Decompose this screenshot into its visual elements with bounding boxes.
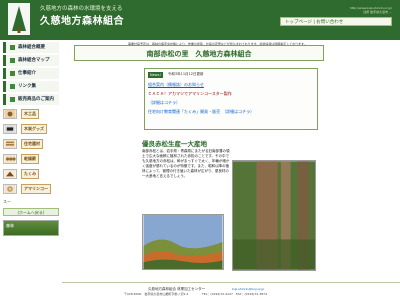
home-button[interactable]: (ホームへ戻る) — [3, 208, 59, 216]
bullet-icon — [10, 58, 15, 63]
footer-email[interactable]: kuji-shinrin@kuji.or.jp — [232, 287, 264, 291]
section-title: 優良赤松生産一大産地 — [142, 140, 207, 148]
sidebar-item-links[interactable]: リンク集 — [3, 81, 59, 92]
sidebar-item-label: 森林組合マップ — [18, 58, 50, 63]
site-logo-icon — [8, 3, 30, 35]
site-tagline: 久慈地方の森林の水環境を支える — [40, 6, 123, 12]
product-label: たくみ — [21, 168, 40, 179]
product-label: 木炭グッズ — [21, 123, 47, 134]
news-badge: News! — [148, 72, 163, 78]
page-title: 南部赤松の里 久慈地方森林組合 — [74, 45, 324, 61]
sidebar-sub-link[interactable]: スー — [3, 197, 59, 206]
site-header: 久慈地方の森林の水環境を支える 久慈地方森林組合 http://www.kuji… — [0, 0, 400, 40]
header-top-nav[interactable]: トップページ | お問い合わせ — [280, 17, 392, 26]
news-link-3[interactable]: 住宅向け教育関連「たくみ」開発・販売 （詳細はコチラ） — [148, 109, 314, 115]
sidebar-item-products[interactable]: 販売商品のご案内 — [3, 94, 59, 105]
site-title: 久慈地方森林組合 — [40, 16, 124, 27]
section-text: 南部赤松とは、岩手県・青森県にまたがる旧南部藩の領土で広大な面積に植林された赤松… — [142, 149, 230, 178]
landscape-photo — [142, 214, 224, 270]
bullet-icon — [10, 84, 15, 89]
news-date: 令和3年11月12日更新 — [167, 72, 204, 76]
takumi-thumbnail-icon — [3, 168, 17, 179]
header-address: 住所 岩手県久慈市 ... — [363, 10, 392, 14]
news-link-1[interactable]: 組合案内（情報誌）のお知らせ — [148, 82, 314, 88]
news-link-2[interactable]: （詳細はコチラ） — [148, 100, 314, 106]
sidebar-item-label: リンク集 — [18, 84, 36, 89]
sidebar-item-label: 森林組合概要 — [18, 45, 45, 50]
footer: 久慈地方森林組合 林業加工センター kuji-shinrin@kuji.or.j… — [62, 282, 400, 300]
sidebar-item-map[interactable]: 森林組合マップ — [3, 55, 59, 66]
product-firewood[interactable]: 乾燥薪 — [3, 152, 59, 165]
header-contact: http://www.kuji-shinrin.or.jp/ 住所 岩手県久慈市… — [350, 6, 392, 14]
product-woodcraft[interactable]: 木工品 — [3, 107, 59, 120]
charcoal-thumbnail-icon — [3, 123, 17, 134]
tree-photo — [232, 160, 316, 271]
coaster-thumbnail-icon — [3, 183, 17, 194]
sidebar-banner-text: 森林 — [6, 223, 14, 228]
sidebar-banner[interactable]: 森林 — [3, 220, 59, 236]
firewood-thumbnail-icon — [3, 153, 17, 164]
product-label: 木工品 — [21, 108, 39, 119]
sidebar-item-label: 仕事紹介 — [18, 71, 36, 76]
sidebar-item-work[interactable]: 仕事紹介 — [3, 68, 59, 79]
news-headline-2: ＣＡＣＡ！アカマツでアマリンコースター製作 — [148, 91, 232, 96]
sidebar: 森林組合概要 森林組合マップ 仕事紹介 リンク集 販売商品のご案内 木工品 木炭… — [0, 40, 62, 292]
sidebar-item-overview[interactable]: 森林組合概要 — [3, 42, 59, 53]
product-charcoal[interactable]: 木炭グッズ — [3, 122, 59, 135]
news-header: News! 令和3年11月12日更新 — [148, 72, 314, 78]
footer-phone: TEL：(0194)72-2227 FAX：(0194)72-3874 — [202, 292, 267, 296]
footer-address: 〒028-8000 岩手県久慈市山根町字前ノ沢2-2 — [124, 292, 189, 296]
building-materials-thumbnail-icon — [3, 138, 17, 149]
product-label: 住宅建材 — [21, 138, 43, 149]
bullet-icon — [10, 97, 15, 102]
news-box: News! 令和3年11月12日更新 組合案内（情報誌）のお知らせ ＣＡＣＡ！ア… — [144, 68, 318, 130]
product-label: 乾燥薪 — [21, 153, 39, 164]
product-building-materials[interactable]: 住宅建材 — [3, 137, 59, 150]
product-label: アマリンコー — [21, 183, 51, 194]
bullet-icon — [10, 45, 15, 50]
product-takumi[interactable]: たくみ — [3, 167, 59, 180]
sidebar-item-label: 販売商品のご案内 — [18, 97, 54, 102]
bullet-icon — [10, 71, 15, 76]
woodcraft-thumbnail-icon — [3, 108, 17, 119]
product-coaster[interactable]: アマリンコー — [3, 182, 59, 195]
